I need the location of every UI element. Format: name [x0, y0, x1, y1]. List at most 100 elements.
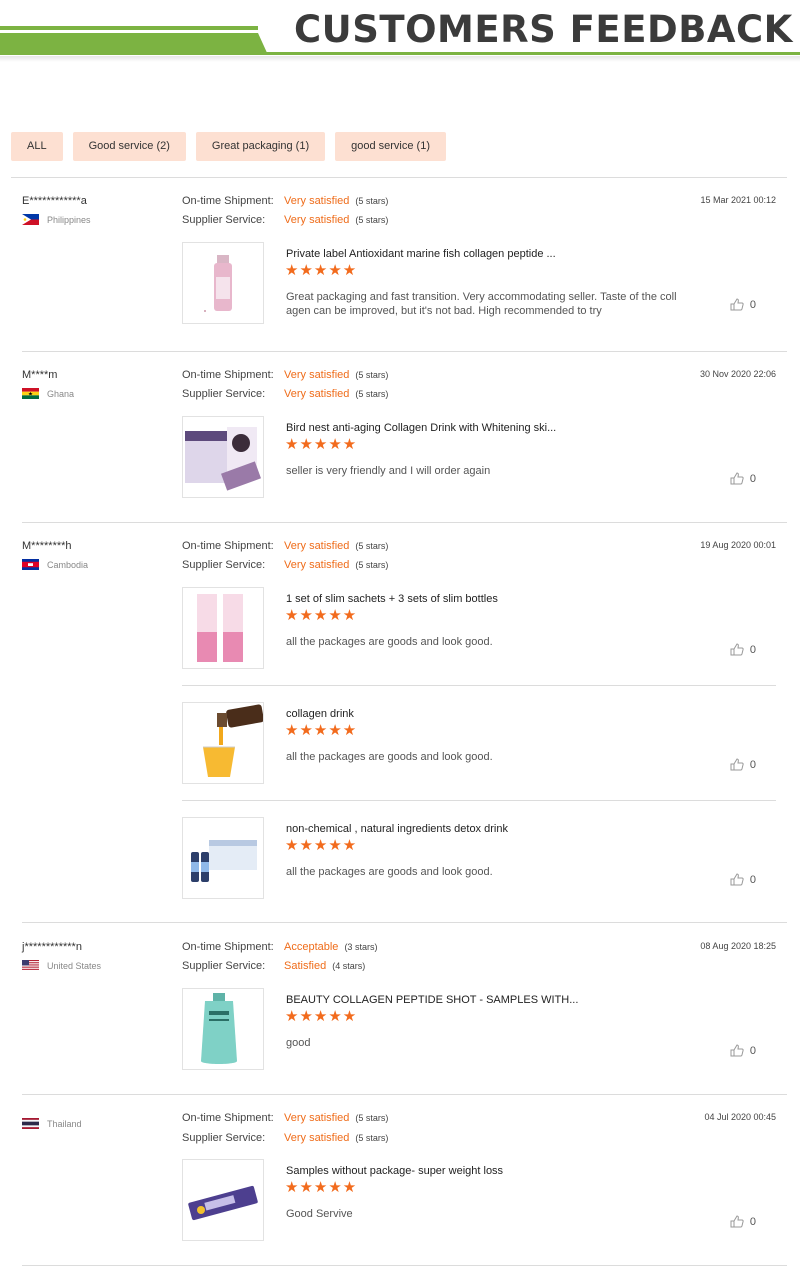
like-count: 0: [749, 643, 756, 656]
service-rating: Supplier Service: Satisfied (4 stars): [182, 960, 365, 972]
thumbs-up-icon: [730, 758, 744, 771]
reviewer-name: M****m: [22, 369, 58, 381]
like-button[interactable]: 0: [730, 1044, 756, 1057]
shipment-stars: (3 stars): [344, 942, 378, 952]
reviewed-product: Private label Antioxidant marine fish co…: [182, 242, 776, 332]
service-rating: Supplier Service: Very satisfied (5 stars): [182, 388, 388, 400]
reviewer-country: Philippines: [22, 214, 91, 225]
review-comment: seller is very friendly and I will order…: [286, 465, 491, 477]
review-date: 15 Mar 2021 00:12: [700, 195, 776, 205]
reviewer-country: Ghana: [22, 388, 74, 399]
shipment-stars: (5 stars): [355, 1113, 389, 1123]
banner-underline: [262, 52, 800, 55]
service-label: Supplier Service:: [182, 214, 266, 226]
product-title[interactable]: collagen drink: [286, 708, 354, 720]
philippines-flag-icon: [22, 214, 39, 225]
service-label: Supplier Service:: [182, 960, 266, 972]
product-thumbnail[interactable]: [182, 587, 264, 669]
country-name: Cambodia: [47, 559, 89, 570]
review-divider: [22, 1094, 787, 1095]
service-label: Supplier Service:: [182, 559, 266, 571]
like-count: 0: [749, 472, 756, 485]
service-rating: Supplier Service: Very satisfied (5 stars): [182, 1132, 388, 1144]
shipment-value: Very satisfied: [284, 369, 350, 381]
reviewer-country: Cambodia: [22, 559, 88, 570]
service-label: Supplier Service:: [182, 388, 266, 400]
filter-tag-great-packaging[interactable]: Great packaging (1): [195, 132, 326, 161]
product-title[interactable]: 1 set of slim sachets + 3 sets of slim b…: [286, 593, 498, 605]
thumbs-up-icon: [730, 298, 744, 311]
like-count: 0: [749, 298, 756, 311]
review-comment: all the packages are goods and look good…: [286, 751, 493, 763]
shipment-rating: On-time Shipment: Very satisfied (5 stars): [182, 195, 388, 207]
shipment-rating: On-time Shipment: Very satisfied (5 stars): [182, 369, 388, 381]
product-star-rating: ★★★★★: [285, 1179, 358, 1196]
product-thumbnail[interactable]: [182, 702, 264, 784]
banner-accent-bar: [0, 26, 258, 30]
product-thumbnail[interactable]: [182, 242, 264, 324]
thumbs-up-icon: [730, 1215, 744, 1228]
thailand-flag-icon: [22, 1118, 39, 1129]
thumbs-up-icon: [730, 1044, 744, 1057]
shipment-value: Very satisfied: [284, 195, 350, 207]
like-button[interactable]: 0: [730, 873, 756, 886]
reviewer-country: United States: [22, 960, 101, 971]
reviewer-name: M********h: [22, 540, 72, 552]
product-title[interactable]: Private label Antioxidant marine fish co…: [286, 248, 556, 260]
product-thumbnail[interactable]: [182, 988, 264, 1070]
like-count: 0: [749, 873, 756, 886]
thumbs-up-icon: [730, 472, 744, 485]
shipment-value: Very satisfied: [284, 1112, 350, 1124]
filter-tag-good-service[interactable]: Good service (2): [72, 132, 186, 161]
review-card: j************n United States 08 Aug 2020…: [11, 936, 787, 1096]
product-title[interactable]: non-chemical , natural ingredients detox…: [286, 823, 508, 835]
country-name: Philippines: [47, 214, 91, 225]
review-divider: [22, 922, 787, 923]
service-stars: (5 stars): [355, 1133, 389, 1143]
service-stars: (5 stars): [355, 389, 389, 399]
product-star-rating: ★★★★★: [285, 722, 358, 739]
usa-flag-icon: [22, 960, 39, 971]
like-button[interactable]: 0: [730, 643, 756, 656]
product-star-rating: ★★★★★: [285, 837, 358, 854]
filter-tag-all[interactable]: ALL: [11, 132, 63, 161]
review-date: 08 Aug 2020 18:25: [700, 941, 776, 951]
product-thumbnail[interactable]: [182, 817, 264, 899]
reviewed-product: collagen drink ★★★★★ all the packages ar…: [182, 702, 776, 802]
page-banner: CUSTOMERS FEEDBACK: [0, 0, 800, 70]
product-title[interactable]: BEAUTY COLLAGEN PEPTIDE SHOT - SAMPLES W…: [286, 994, 578, 1006]
thumbs-up-icon: [730, 643, 744, 656]
thumbs-up-icon: [730, 873, 744, 886]
shipment-label: On-time Shipment:: [182, 540, 274, 552]
shipment-stars: (5 stars): [355, 541, 389, 551]
reviewer-name: j************n: [22, 941, 82, 953]
country-name: Thailand: [47, 1118, 82, 1129]
shipment-label: On-time Shipment:: [182, 941, 274, 953]
filter-tags: ALL Good service (2) Great packaging (1)…: [11, 132, 446, 161]
product-thumbnail[interactable]: [182, 1159, 264, 1241]
shipment-rating: On-time Shipment: Very satisfied (5 stars): [182, 1112, 388, 1124]
shipment-label: On-time Shipment:: [182, 369, 274, 381]
service-stars: (5 stars): [355, 215, 389, 225]
like-button[interactable]: 0: [730, 758, 756, 771]
reviewer-name: E************a: [22, 195, 87, 207]
product-star-rating: ★★★★★: [285, 262, 358, 279]
like-button[interactable]: 0: [730, 472, 756, 485]
service-value: Very satisfied: [284, 1132, 350, 1144]
like-count: 0: [749, 1215, 756, 1228]
product-thumbnail[interactable]: [182, 416, 264, 498]
like-button[interactable]: 0: [730, 1215, 756, 1228]
ghana-flag-icon: [22, 388, 39, 399]
review-card: M********h Cambodia 19 Aug 2020 00:01 On…: [11, 535, 787, 925]
review-comment: Great packaging and fast transition. Ver…: [286, 291, 677, 317]
product-title[interactable]: Bird nest anti-aging Collagen Drink with…: [286, 422, 556, 434]
product-title[interactable]: Samples without package- super weight lo…: [286, 1165, 503, 1177]
filter-tag-good-service-2[interactable]: good service (1): [335, 132, 446, 161]
service-label: Supplier Service:: [182, 1132, 266, 1144]
service-value: Satisfied: [284, 960, 327, 972]
service-value: Very satisfied: [284, 214, 350, 226]
like-button[interactable]: 0: [730, 298, 756, 311]
review-divider: [22, 351, 787, 352]
shipment-rating: On-time Shipment: Acceptable (3 stars): [182, 941, 377, 953]
like-count: 0: [749, 758, 756, 771]
